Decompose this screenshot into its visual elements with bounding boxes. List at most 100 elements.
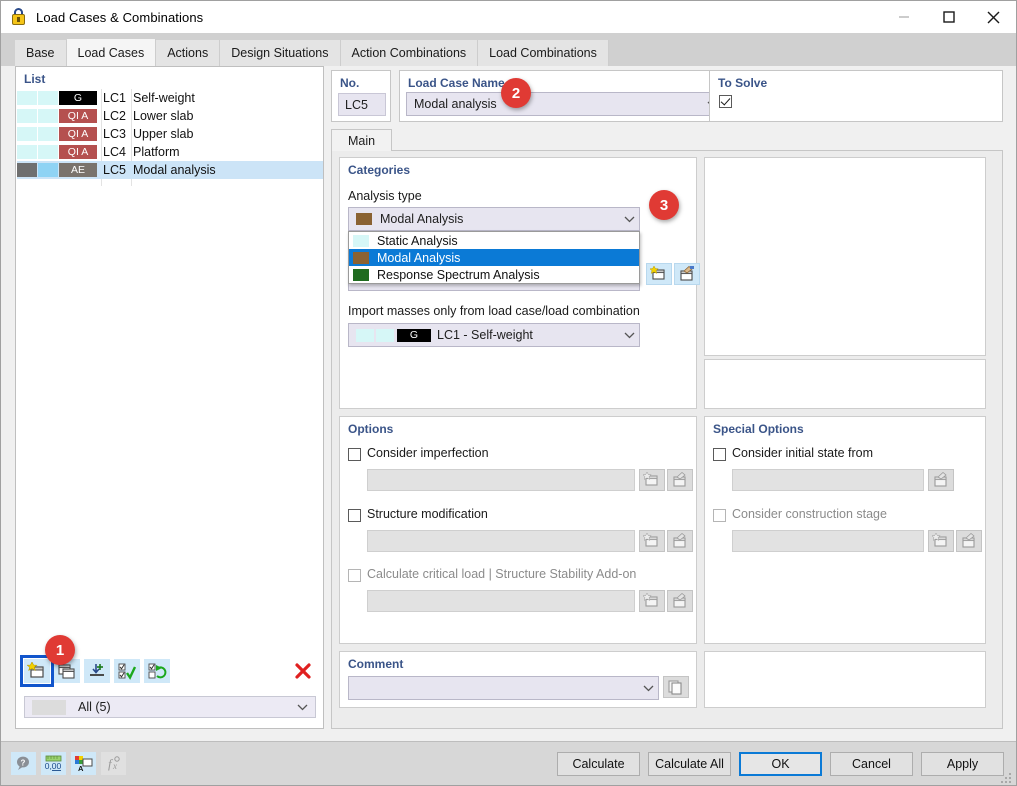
structure-modification-label: Structure modification xyxy=(367,507,488,521)
edit-icon[interactable] xyxy=(667,469,693,491)
to-solve-checkbox[interactable] xyxy=(719,95,732,108)
new-icon xyxy=(928,530,954,552)
edit-icon xyxy=(956,530,982,552)
footer-buttons: Calculate Calculate All OK Cancel Apply xyxy=(557,751,1004,776)
table-row[interactable]: QI A LC3 Upper slab xyxy=(17,125,323,143)
tab-load-cases[interactable]: Load Cases xyxy=(66,39,157,66)
row-number: LC4 xyxy=(103,145,126,159)
new-icon[interactable] xyxy=(639,469,665,491)
number-input[interactable]: LC5 xyxy=(338,93,386,116)
apply-button[interactable]: Apply xyxy=(921,751,1004,776)
consider-imperfection-checkbox[interactable] xyxy=(348,448,361,461)
row-number: LC5 xyxy=(103,163,126,177)
analysis-type-combo[interactable]: Modal Analysis xyxy=(348,207,640,231)
table-row[interactable]: QI A LC2 Lower slab xyxy=(17,107,323,125)
formula-icon[interactable]: f x xyxy=(101,752,126,775)
cancel-button[interactable]: Cancel xyxy=(830,751,913,776)
comment-input[interactable] xyxy=(348,676,659,700)
import-masses-value: LC1 - Self-weight xyxy=(437,328,533,342)
select-all-icon[interactable] xyxy=(114,659,140,683)
delete-icon[interactable] xyxy=(290,659,316,683)
table-row[interactable]: G LC1 Self-weight xyxy=(17,89,323,107)
new-icon[interactable] xyxy=(646,263,672,285)
edit-icon[interactable] xyxy=(928,469,954,491)
resize-grip[interactable] xyxy=(1001,771,1013,783)
edit-icon xyxy=(667,590,693,612)
row-name: Modal analysis xyxy=(133,163,216,177)
row-swatch-1 xyxy=(17,109,37,123)
calculate-all-button[interactable]: Calculate All xyxy=(648,751,731,776)
new-icon[interactable] xyxy=(639,530,665,552)
table-row-selected[interactable]: AE LC5 Modal analysis xyxy=(17,161,323,179)
option-label: Static Analysis xyxy=(377,233,458,248)
consider-initial-state-checkbox[interactable] xyxy=(713,448,726,461)
table-row[interactable]: QI A LC4 Platform xyxy=(17,143,323,161)
comment-group: Comment xyxy=(339,651,697,708)
tab-base[interactable]: Base xyxy=(15,40,67,66)
new-load-case-icon[interactable] xyxy=(20,655,54,687)
inner-tab-strip: Main xyxy=(331,129,1003,151)
import-load-case-icon[interactable] xyxy=(84,659,110,683)
row-name: Upper slab xyxy=(133,127,194,141)
tab-actions[interactable]: Actions xyxy=(156,40,221,66)
categories-title: Categories xyxy=(348,163,411,177)
callout-badge-3: 3 xyxy=(649,190,679,220)
row-number: LC1 xyxy=(103,91,126,105)
dialog-body: List G LC1 Self-weight QI A LC2 Lower sl… xyxy=(1,66,1016,742)
ok-button[interactable]: OK xyxy=(739,751,822,776)
import-badge: G xyxy=(397,328,431,342)
main-tab-strip: Base Load Cases Actions Design Situation… xyxy=(1,33,1016,66)
window-title: Load Cases & Combinations xyxy=(36,9,204,25)
minimize-icon[interactable] xyxy=(881,1,926,33)
calculate-critical-load-checkbox xyxy=(348,569,361,582)
chevron-down-icon xyxy=(643,681,654,695)
tab-main[interactable]: Main xyxy=(331,129,393,151)
svg-text:0,00: 0,00 xyxy=(45,761,62,771)
dropdown-option-response-spectrum[interactable]: Response Spectrum Analysis xyxy=(349,266,639,283)
tab-design-situations[interactable]: Design Situations xyxy=(220,40,341,66)
tab-action-combinations[interactable]: Action Combinations xyxy=(340,40,479,66)
copy-icon[interactable] xyxy=(663,676,689,698)
option-swatch xyxy=(353,268,369,281)
structure-modification-checkbox[interactable] xyxy=(348,509,361,522)
edit-icon[interactable] xyxy=(667,530,693,552)
structure-modification-input[interactable] xyxy=(367,530,635,552)
svg-text:?: ? xyxy=(21,758,26,767)
list-filter-combo[interactable]: All (5) xyxy=(24,696,316,718)
row-name: Self-weight xyxy=(133,91,195,105)
dropdown-option-modal[interactable]: Modal Analysis xyxy=(349,249,639,266)
tab-load-combinations[interactable]: Load Combinations xyxy=(478,40,609,66)
consider-construction-stage-checkbox xyxy=(713,509,726,522)
dropdown-option-static[interactable]: Static Analysis xyxy=(349,232,639,249)
units-icon[interactable]: 0,00 xyxy=(41,752,66,775)
option-label: Response Spectrum Analysis xyxy=(377,267,540,282)
display-properties-icon[interactable]: A xyxy=(71,752,96,775)
special-options-group: Special Options Consider initial state f… xyxy=(704,416,986,644)
window-controls xyxy=(881,1,1016,33)
consider-initial-state-input[interactable] xyxy=(732,469,924,491)
row-number: LC3 xyxy=(103,127,126,141)
row-swatch-1 xyxy=(17,91,37,105)
new-icon xyxy=(639,590,665,612)
invert-selection-icon[interactable] xyxy=(144,659,170,683)
row-swatch-2 xyxy=(38,127,58,141)
filter-value: All (5) xyxy=(78,700,111,714)
row-category-badge: QI A xyxy=(59,109,97,123)
analysis-type-dropdown[interactable]: Static Analysis Modal Analysis Response … xyxy=(348,231,640,284)
load-case-name-input[interactable]: Modal analysis xyxy=(406,92,723,116)
title-bar: Load Cases & Combinations xyxy=(1,1,1016,33)
row-swatch-2 xyxy=(38,109,58,123)
load-case-rows: G LC1 Self-weight QI A LC2 Lower slab QI… xyxy=(17,89,323,179)
consider-imperfection-input[interactable] xyxy=(367,469,635,491)
import-masses-label: Import masses only from load case/load c… xyxy=(348,304,640,318)
close-icon[interactable] xyxy=(971,1,1016,33)
help-icon[interactable]: ? xyxy=(11,752,36,775)
analysis-type-value: Modal Analysis xyxy=(380,212,464,226)
import-masses-combo[interactable]: G LC1 - Self-weight xyxy=(348,323,640,347)
calculate-button[interactable]: Calculate xyxy=(557,751,640,776)
edit-icon[interactable] xyxy=(674,263,700,285)
list-panel-title: List xyxy=(24,72,46,86)
row-category-badge: G xyxy=(59,91,97,105)
main-tab-body: Categories Analysis type Modal Analysis xyxy=(331,151,1003,729)
maximize-icon[interactable] xyxy=(926,1,971,33)
